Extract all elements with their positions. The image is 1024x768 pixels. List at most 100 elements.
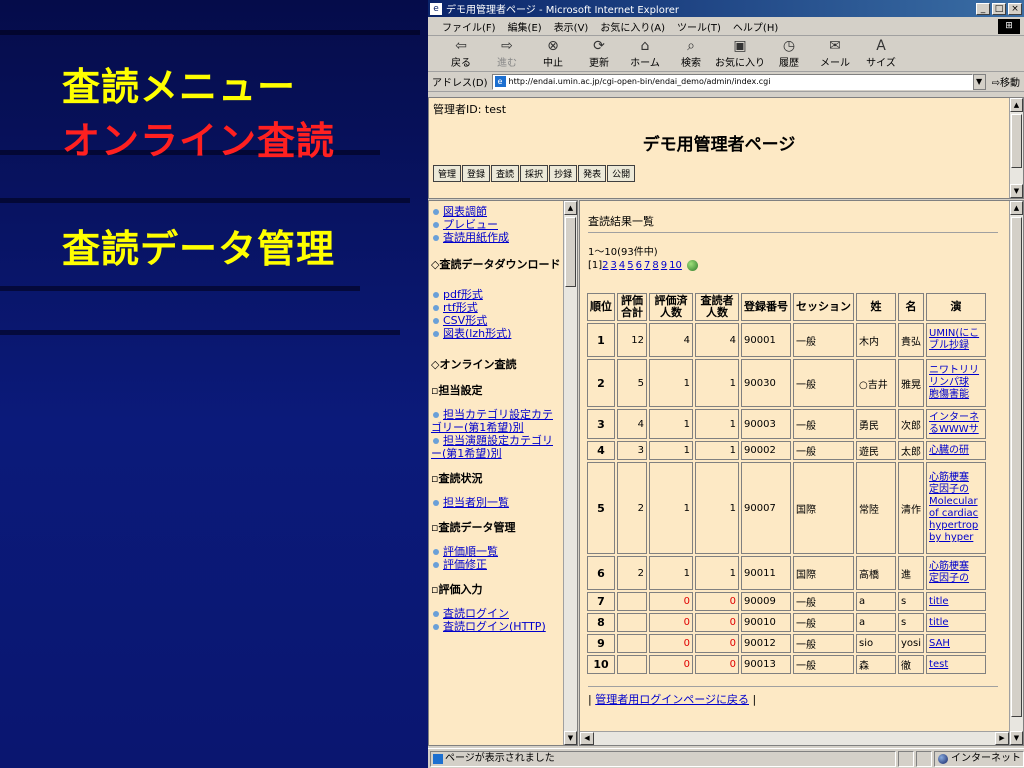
scroll-down-icon[interactable]: ▼: [564, 731, 577, 745]
font-size-icon: A: [876, 38, 886, 54]
menu-link-rank-list[interactable]: 評価順一覧: [429, 545, 563, 558]
page-link[interactable]: 6: [636, 260, 642, 271]
nav-publish[interactable]: 公開: [607, 165, 636, 182]
menu-link-by-reviewer[interactable]: 担当者別一覧: [429, 496, 563, 509]
title-link[interactable]: 心筋梗塞: [929, 561, 983, 573]
toolbar: ⇦ 戻る ⇨ 進む ⊗ 中止 ⟳ 更新 ⌂ ホーム ⌕ 検索 ▣ お気に入り ◷ 履歴 ✉ メール…: [428, 36, 1024, 72]
title-link[interactable]: title: [929, 596, 983, 608]
address-dropdown-icon[interactable]: ▼: [972, 73, 986, 90]
menu-link-review-form[interactable]: 査読用紙作成: [429, 231, 563, 244]
nav-admin[interactable]: 管理: [433, 165, 462, 182]
menu-link-assign-topic[interactable]: 担当演題設定カテゴリー(第1希望)別: [429, 434, 563, 460]
cell-last-name: 木内: [856, 323, 896, 357]
menu-link-assign-category[interactable]: 担当カテゴリ設定カテゴリー(第1希望)別: [429, 408, 563, 434]
title-link[interactable]: SAH: [929, 638, 983, 650]
menu-link-pdf[interactable]: pdf形式: [429, 288, 563, 301]
scroll-up-icon[interactable]: ▲: [564, 201, 577, 215]
menu-bar: ファイル(F) 編集(E) 表示(V) お気に入り(A) ツール(T) ヘルプ(…: [428, 17, 1024, 36]
nav-present[interactable]: 発表: [578, 165, 607, 182]
scroll-down-icon[interactable]: ▼: [1010, 184, 1023, 198]
favorites-button[interactable]: ▣ お気に入り: [714, 36, 766, 69]
page-link[interactable]: 8: [652, 260, 658, 271]
scroll-up-icon[interactable]: ▲: [1010, 98, 1023, 112]
top-frame-scrollbar[interactable]: ▲ ▼: [1009, 98, 1023, 198]
title-link[interactable]: 心臓の研: [929, 445, 983, 457]
scroll-right-icon[interactable]: ▶: [995, 732, 1009, 745]
cell-done: 1: [649, 409, 693, 439]
title-link[interactable]: hypertrop: [929, 520, 983, 532]
page-link[interactable]: 3: [611, 260, 617, 271]
menu-link-csv[interactable]: CSV形式: [429, 314, 563, 327]
maximize-button[interactable]: □: [992, 2, 1006, 15]
go-button[interactable]: ⇨移動: [992, 74, 1020, 89]
title-link[interactable]: ニワトリリ: [929, 365, 983, 377]
history-button[interactable]: ◷ 履歴: [766, 36, 812, 69]
page-link[interactable]: 5: [627, 260, 633, 271]
cell-first-name: 清作: [898, 462, 925, 554]
cell-session: 一般: [793, 655, 854, 674]
title-link[interactable]: 胞傷害能: [929, 389, 983, 401]
menu-file[interactable]: ファイル(F): [442, 19, 496, 34]
menu-edit[interactable]: 編集(E): [508, 19, 542, 34]
page-link[interactable]: 7: [644, 260, 650, 271]
menu-view[interactable]: 表示(V): [554, 19, 589, 34]
menu-link-preview[interactable]: プレビュー: [429, 218, 563, 231]
minimize-button[interactable]: _: [976, 2, 990, 15]
menu-link-chart-adjust[interactable]: 図表調節: [429, 205, 563, 218]
scroll-up-icon[interactable]: ▲: [1010, 201, 1023, 215]
home-button[interactable]: ⌂ ホーム: [622, 36, 668, 69]
nav-accept[interactable]: 採択: [520, 165, 549, 182]
menu-link-review-login[interactable]: 査読ログイン: [429, 607, 563, 620]
title-link[interactable]: by hyper: [929, 532, 983, 544]
title-link[interactable]: of cardiac: [929, 508, 983, 520]
title-link[interactable]: 心筋梗塞: [929, 472, 983, 484]
address-label: アドレス(D): [432, 78, 488, 89]
title-link[interactable]: インターネ: [929, 412, 983, 424]
cell-first-name: 進: [898, 556, 925, 590]
scroll-thumb[interactable]: [1011, 114, 1022, 168]
refresh-button[interactable]: ⟳ 更新: [576, 36, 622, 69]
nav-abstract[interactable]: 抄録: [549, 165, 578, 182]
menu-link-review-login-http[interactable]: 査読ログイン(HTTP): [429, 620, 563, 633]
left-frame-scrollbar[interactable]: ▲ ▼: [563, 201, 577, 745]
forward-button[interactable]: ⇨ 進む: [484, 36, 530, 69]
search-button[interactable]: ⌕ 検索: [668, 36, 714, 69]
title-link[interactable]: test: [929, 659, 983, 671]
menu-link-rating-edit[interactable]: 評価修正: [429, 558, 563, 571]
title-link[interactable]: リンパ球: [929, 377, 983, 389]
scroll-left-icon[interactable]: ◀: [580, 732, 594, 745]
menu-favorites[interactable]: お気に入り(A): [600, 19, 665, 34]
title-link[interactable]: ブル抄録: [929, 340, 983, 352]
page-link[interactable]: 9: [661, 260, 667, 271]
scroll-thumb[interactable]: [565, 217, 576, 287]
page-link[interactable]: 2: [602, 260, 608, 271]
nav-review[interactable]: 査読: [491, 165, 520, 182]
menu-link-rtf[interactable]: rtf形式: [429, 301, 563, 314]
close-button[interactable]: ×: [1008, 2, 1022, 15]
back-button[interactable]: ⇦ 戻る: [438, 36, 484, 69]
scroll-thumb[interactable]: [1011, 217, 1022, 717]
menu-tools[interactable]: ツール(T): [677, 19, 721, 34]
right-frame-scrollbar[interactable]: ▲ ▼: [1009, 201, 1023, 745]
stop-button[interactable]: ⊗ 中止: [530, 36, 576, 69]
next-globe-icon[interactable]: [686, 260, 698, 271]
menu-help[interactable]: ヘルプ(H): [733, 19, 778, 34]
address-input[interactable]: e http://endai.umin.ac.jp/cgi-open-bin/en…: [491, 73, 973, 90]
cell-session: 一般: [793, 323, 854, 357]
mail-button[interactable]: ✉ メール: [812, 36, 858, 69]
title-link[interactable]: 定因子の: [929, 573, 983, 585]
page-link[interactable]: 4: [619, 260, 625, 271]
menu-link-lzh[interactable]: 図表(lzh形式): [429, 327, 563, 340]
size-button[interactable]: A サイズ: [858, 36, 904, 69]
page-link[interactable]: 10: [669, 260, 682, 271]
title-link[interactable]: UMIN(にこ: [929, 328, 983, 340]
return-login-link[interactable]: 管理者用ログインページに戻る: [595, 693, 749, 706]
right-frame-hscrollbar[interactable]: ◀ ▶: [580, 731, 1009, 745]
scroll-down-icon[interactable]: ▼: [1010, 731, 1023, 745]
title-link[interactable]: 定因子の: [929, 484, 983, 496]
title-link[interactable]: るWWWサ: [929, 424, 983, 436]
history-icon: ◷: [782, 38, 796, 54]
nav-register[interactable]: 登録: [462, 165, 491, 182]
title-link[interactable]: Molecular: [929, 496, 983, 508]
title-link[interactable]: title: [929, 617, 983, 629]
